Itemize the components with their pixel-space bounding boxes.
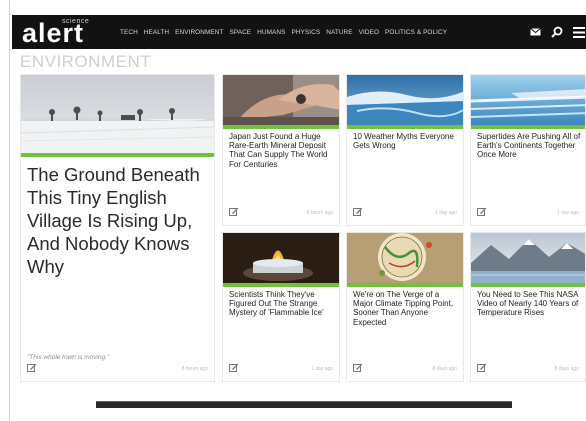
article-headline[interactable]: Scientists Think They've Figured Out The… [229,290,335,318]
article-time: 8 hours ago [306,210,333,216]
article-footer: 1 day ago [477,207,579,219]
article-card[interactable]: You Need to See This NASA Video of Nearl… [470,232,586,382]
nav-link-health[interactable]: HEALTH [144,29,169,36]
article-headline[interactable]: Supertides Are Pushing All of Earth's Co… [477,132,581,160]
feature-footer: 8 hours ago [27,363,208,375]
article-accent-bar [471,283,585,287]
edit-icon[interactable] [229,204,239,222]
edit-icon[interactable] [229,360,239,378]
article-time: 1 day ago [311,366,333,372]
feature-article-card[interactable]: The Ground Beneath This Tiny English Vil… [20,74,215,382]
nav-links: TECH HEALTH ENVIRONMENT SPACE HUMANS PHY… [120,29,447,36]
frame-top [0,0,586,10]
article-headline[interactable]: 10 Weather Myths Everyone Gets Wrong [353,132,459,150]
article-thumbnail [347,233,463,283]
article-accent-bar [347,283,463,287]
article-headline[interactable]: We're on The Verge of a Major Climate Ti… [353,290,459,327]
section-title: ENVIRONMENT [20,52,152,71]
article-time: 1 day ago [557,210,579,216]
article-thumbnail [347,75,463,125]
nav-link-environment[interactable]: ENVIRONMENT [175,29,223,36]
nav-link-physics[interactable]: PHYSICS [291,29,320,36]
menu-icon[interactable] [572,25,586,39]
edit-icon[interactable] [477,360,487,378]
article-card[interactable]: We're on The Verge of a Major Climate Ti… [346,232,464,382]
article-headline[interactable]: Japan Just Found a Huge Rare-Earth Miner… [229,132,335,169]
edit-icon[interactable] [353,360,363,378]
edit-icon[interactable] [353,204,363,222]
article-accent-bar [471,125,585,129]
article-card[interactable]: Japan Just Found a Huge Rare-Earth Miner… [222,74,340,226]
search-icon[interactable] [550,25,564,39]
bottom-banner[interactable] [96,402,512,408]
nav-link-video[interactable]: VIDEO [359,29,379,36]
article-accent-bar [223,125,339,129]
article-accent-bar [347,125,463,129]
nav-link-humans[interactable]: HUMANS [257,29,285,36]
site-logo[interactable]: science alert [20,17,110,47]
article-time: 1 day ago [435,210,457,216]
article-thumbnail [223,75,339,125]
article-footer: 8 days ago [353,363,457,375]
article-card[interactable]: Scientists Think They've Figured Out The… [222,232,340,382]
feature-thumbnail [21,75,214,153]
nav-link-politics[interactable]: POLITICS & POLICY [385,29,447,36]
frame-left [0,0,10,421]
nav-icons [528,15,586,49]
edit-icon[interactable] [477,204,487,222]
nav-link-nature[interactable]: NATURE [326,29,352,36]
edit-icon[interactable] [27,360,37,378]
article-thumbnail [471,75,585,125]
article-headline[interactable]: You Need to See This NASA Video of Nearl… [477,290,581,318]
article-footer: 1 day ago [229,363,333,375]
feature-subtitle: "This whole town is moving." [27,354,110,361]
feature-time: 8 hours ago [181,366,208,372]
article-thumbnail [471,233,585,283]
article-time: 8 days ago [432,366,457,372]
nav-link-tech[interactable]: TECH [120,29,138,36]
feature-accent-bar [21,153,214,157]
nav-link-space[interactable]: SPACE [229,29,251,36]
article-thumbnail [223,233,339,283]
article-card[interactable]: Supertides Are Pushing All of Earth's Co… [470,74,586,226]
article-card[interactable]: 10 Weather Myths Everyone Gets Wrong 1 d… [346,74,464,226]
article-footer: 8 hours ago [229,207,333,219]
article-time: 8 days ago [554,366,579,372]
feature-headline[interactable]: The Ground Beneath This Tiny English Vil… [27,163,210,278]
article-accent-bar [223,283,339,287]
top-nav: science alert TECH HEALTH ENVIRONMENT SP… [12,15,586,49]
logo-main-text: alert [22,18,85,48]
article-footer: 8 days ago [477,363,579,375]
mail-icon[interactable] [528,25,542,39]
article-footer: 1 day ago [353,207,457,219]
